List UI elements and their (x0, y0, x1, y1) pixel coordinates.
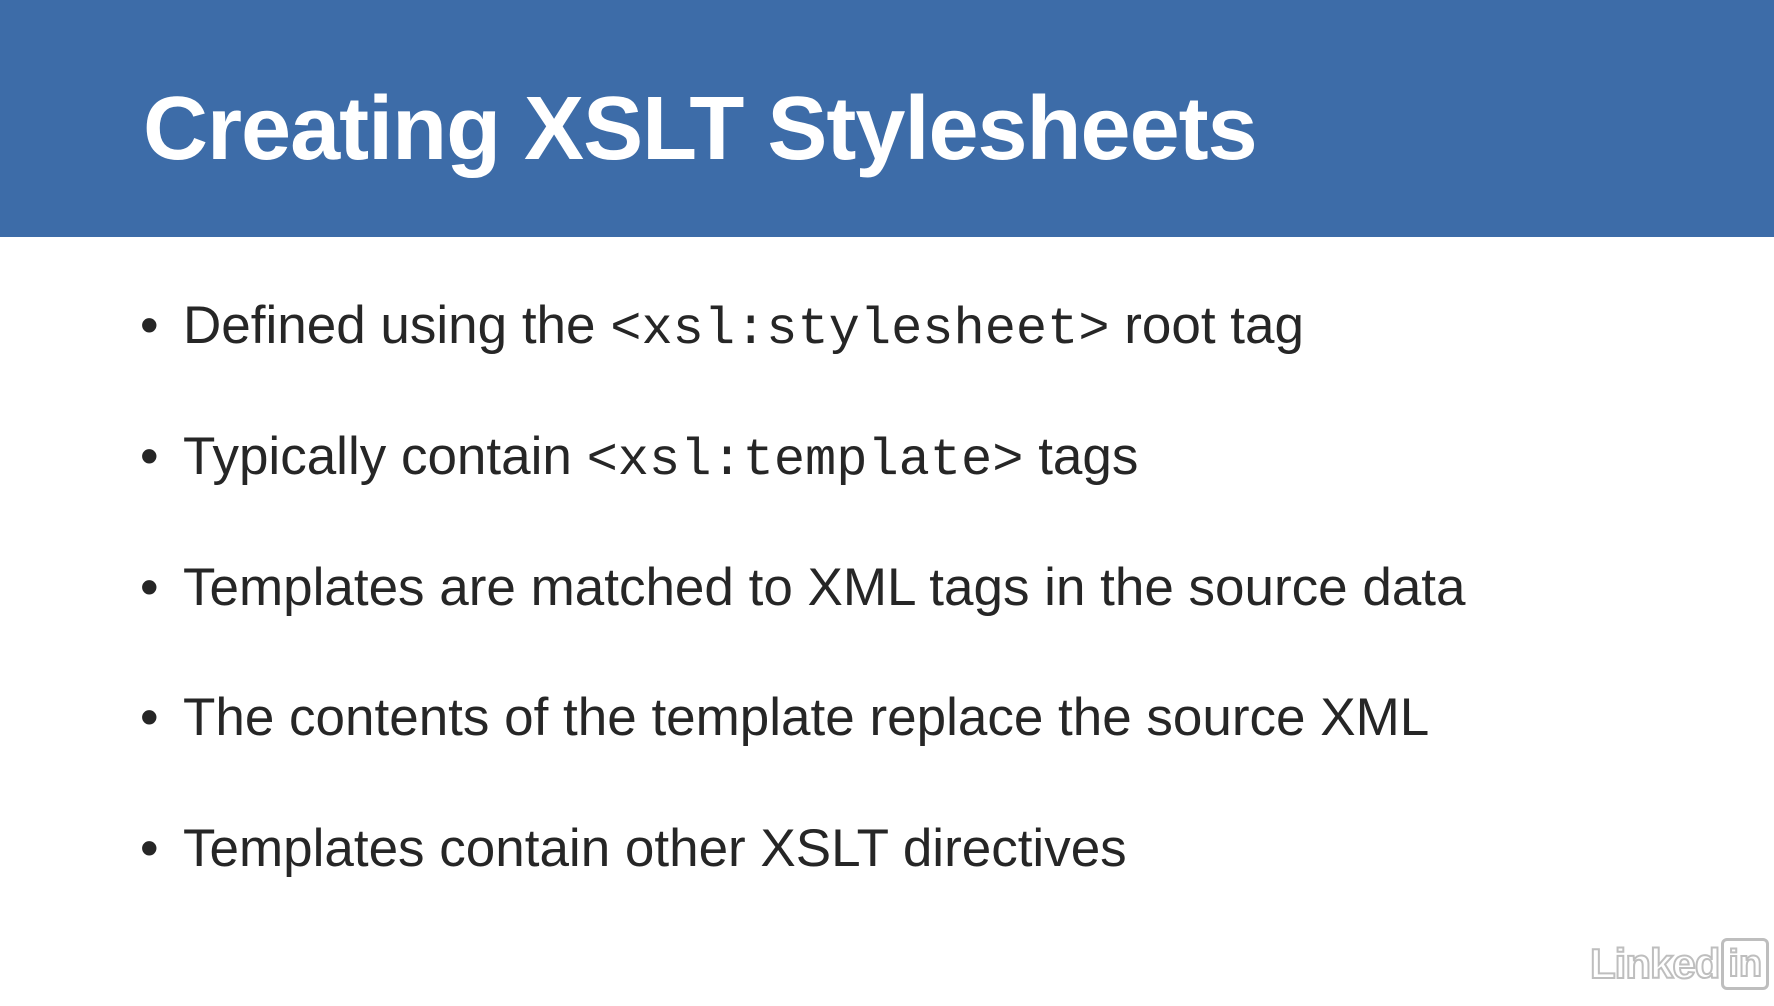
bullet-text: The contents of the template replace the… (183, 688, 1430, 747)
bullet-text: Defined using the (183, 296, 611, 355)
bullet-item: • Typically contain <xsl:template> tags (140, 417, 1138, 497)
bullet-code: <xsl:template> (586, 431, 1024, 490)
watermark-word: Linked (1589, 939, 1721, 988)
bullet-code: <xsl:stylesheet> (610, 300, 1110, 359)
bullet-text: Templates are matched to XML tags in the… (183, 558, 1466, 617)
bullet-glyph: • (140, 427, 159, 486)
linkedin-watermark: Linked in (1589, 938, 1770, 990)
bullet-glyph: • (140, 688, 159, 747)
bullet-glyph: • (140, 819, 159, 878)
bullet-text: Templates contain other XSLT directives (183, 819, 1127, 878)
bullet-item: • The contents of the template replace th… (140, 678, 1429, 758)
bullet-glyph: • (140, 296, 159, 355)
bullet-text: Typically contain (183, 427, 587, 486)
watermark-box: in (1721, 938, 1770, 990)
slide-title: Creating XSLT Stylesheets (143, 79, 1258, 179)
bullet-text-after: tags (1023, 427, 1139, 486)
bullet-item: • Defined using the <xsl:stylesheet> root… (140, 286, 1304, 366)
bullet-glyph: • (140, 558, 159, 617)
bullet-item: • Templates are matched to XML tags in th… (140, 548, 1466, 628)
title-bar: Creating XSLT Stylesheets (0, 0, 1774, 237)
bullet-item: • Templates contain other XSLT directives (140, 809, 1127, 889)
bullet-text-after: root tag (1109, 296, 1304, 355)
